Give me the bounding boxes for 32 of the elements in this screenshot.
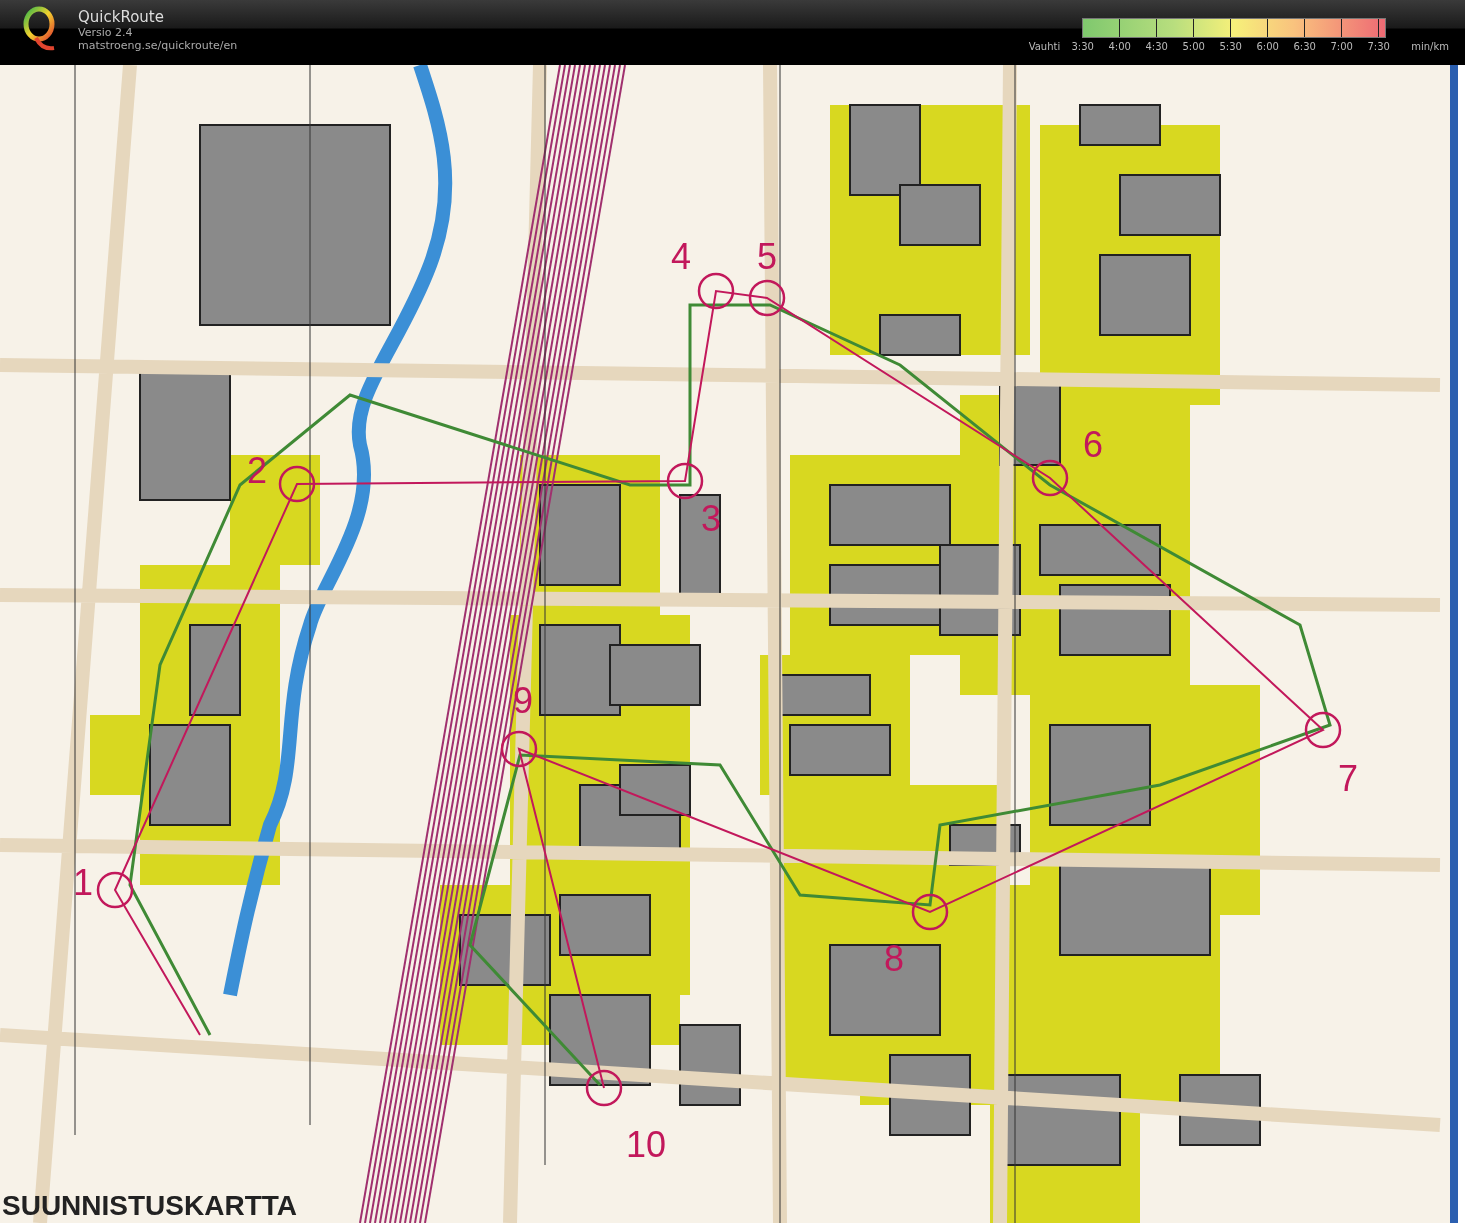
control-circle (697, 272, 735, 310)
control-circle (748, 279, 786, 317)
pace-tick: 5:30 (1218, 41, 1243, 52)
website-link[interactable]: matstroeng.se/quickroute/en (78, 39, 238, 52)
control-circle (1031, 459, 1069, 497)
pace-tick: 3:30 (1070, 41, 1095, 52)
pace-tick: 4:30 (1144, 41, 1169, 52)
control-number: 4 (671, 236, 691, 277)
control-circle (585, 1069, 623, 1107)
pace-tick: 6:00 (1255, 41, 1280, 52)
control-circle (666, 462, 704, 500)
control-number: 7 (1338, 758, 1358, 799)
pace-tick: 7:30 (1366, 41, 1391, 52)
pace-tick: 6:30 (1292, 41, 1317, 52)
control-number: 1 (73, 862, 93, 903)
control-circle (278, 465, 316, 503)
pace-label: Vauhti (1028, 41, 1062, 52)
control-circle (911, 893, 949, 931)
control-circle (1304, 711, 1342, 749)
map-title: SUUNNISTUSKARTTA (2, 1190, 298, 1221)
app-title: QuickRoute (78, 8, 165, 26)
pace-tick: 7:00 (1329, 41, 1354, 52)
pace-tick: 5:00 (1181, 41, 1206, 52)
pace-unit: min/km (1410, 41, 1449, 52)
control-number: 8 (884, 938, 904, 979)
pace-tick: 4:00 (1107, 41, 1132, 52)
control-number: 5 (757, 236, 777, 277)
control-circle (500, 730, 538, 768)
version-text: Versio 2.4 (78, 26, 134, 39)
control-circle (96, 871, 134, 909)
control-number: 10 (626, 1124, 666, 1165)
control-number: 6 (1083, 424, 1103, 465)
